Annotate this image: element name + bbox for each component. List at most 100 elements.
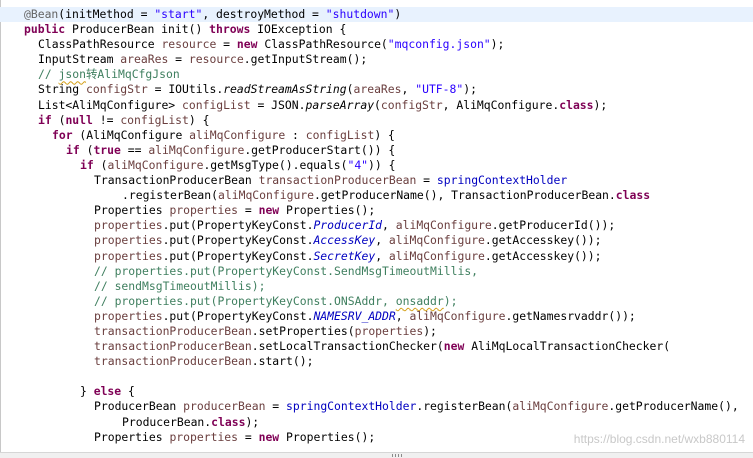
scrollbar-grip[interactable] [392,454,402,457]
code-token: if [38,112,52,127]
code-token: .getProducerStart()) { [244,142,396,157]
code-token: 转AliMqCfgJson [86,67,180,82]
code-line[interactable]: properties.put(PropertyKeyConst.NAMESRV_… [0,309,753,324]
code-token: .getMsgType().equals( [203,157,348,172]
code-token: .getProducerId()); [491,218,616,233]
code-line[interactable]: ClassPathResource resource = new ClassPa… [0,37,753,52]
code-token: .put(PropertyKeyConst. [162,248,314,263]
code-token: aliMqConfigure [388,248,485,263]
code-line[interactable]: @Bean(initMethod = "start", destroyMetho… [0,7,753,23]
code-token: @Bean [24,7,59,21]
code-token: throws [209,22,251,37]
code-token: ); [245,414,260,429]
code-token: ProducerBean. [122,414,212,429]
code-token: new [236,37,258,52]
code-token: .put(PropertyKeyConst. [162,308,314,323]
code-token: ); [423,323,437,338]
code-line[interactable]: Properties properties = new Properties()… [0,203,753,218]
code-line[interactable]: List<AliMqConfigure> configList = JSON.p… [0,98,753,113]
code-token: , [375,233,389,248]
code-line[interactable]: ProducerBean.class); [0,415,753,430]
code-token: .registerBean( [122,188,219,203]
code-line[interactable]: public ProducerBean init() throws IOExce… [0,22,753,37]
code-token: } [80,384,94,399]
code-token: ) [394,7,402,21]
code-editor[interactable]: @Bean(initMethod = "start", destroyMetho… [0,0,753,458]
code-line[interactable]: // properties.put(PropertyKeyConst.ONSAd… [0,294,753,309]
code-line[interactable]: .registerBean(aliMqConfigure.getProducer… [0,188,753,203]
code-token: .getInputStream(); [243,52,368,67]
code-line[interactable]: transactionProducerBean.setLocalTransact… [0,339,753,354]
code-token: = [168,52,189,67]
code-token: producerBean [183,399,266,414]
code-line[interactable]: if (null != configList) { [0,113,753,128]
code-token: Properties(); [279,429,376,444]
code-token: areaRes [353,82,402,97]
code-line[interactable]: TransactionProducerBean transactionProdu… [0,173,753,188]
code-line[interactable]: } else { [0,384,753,399]
code-token: public [24,22,66,37]
horizontal-scrollbar[interactable] [0,452,753,458]
code-token: , AliMqConfigure. [442,97,560,112]
code-token: configStr [380,97,443,112]
code-token: .getNamesrvaddr()); [505,308,636,323]
code-line[interactable]: ProducerBean producerBean = springContex… [0,399,753,414]
code-token: class [615,188,651,203]
code-token: for [52,127,73,142]
code-token: ProducerBean init() [65,22,210,37]
code-token: ProducerId [313,218,383,233]
code-line[interactable]: if (true == aliMqConfigure.getProducerSt… [0,143,753,158]
code-token: .setProperties( [251,323,355,338]
code-line[interactable]: String configStr = IOUtils.readStreamAsS… [0,82,753,97]
code-lines: @Bean(initMethod = "start", destroyMetho… [0,7,753,445]
code-token: class [559,97,594,112]
code-line[interactable]: properties.put(PropertyKeyConst.SecretKe… [0,249,753,264]
code-token: (AliMqConfigure [72,127,190,142]
code-token: properties [94,218,163,233]
code-token: List<AliMqConfigure> [38,97,183,112]
code-token: TransactionProducerBean [94,173,259,188]
code-token: new [443,339,465,354]
code-line[interactable]: // sendMsgTimeoutMillis); [0,279,753,294]
code-token: (initMethod = [58,7,155,21]
code-line[interactable]: for (AliMqConfigure aliMqConfigure : con… [0,128,753,143]
watermark: https://blog.csdn.net/wxb880114 [573,432,745,446]
code-line[interactable]: properties.put(PropertyKeyConst.Producer… [0,218,753,233]
code-token: ClassPathResource( [257,37,388,52]
code-token: parseArray [305,97,375,112]
code-token: ); [443,293,458,308]
code-token: transactionProducerBean [94,339,252,354]
code-line[interactable] [0,369,753,384]
code-line[interactable]: properties.put(PropertyKeyConst.AccessKe… [0,233,753,248]
code-line[interactable]: if (aliMqConfigure.getMsgType().equals("… [0,158,753,173]
code-token: new [258,203,280,218]
code-token: .start(); [251,354,314,369]
code-token: properties [94,308,163,323]
code-token: // properties.put(PropertyKeyConst.SendM… [94,263,479,278]
code-token: ) { [374,127,395,142]
code-token: springContextHolder [286,399,417,414]
code-line[interactable]: // properties.put(PropertyKeyConst.SendM… [0,264,753,279]
code-token: properties [94,248,163,263]
code-token: = IOUtils. [147,82,224,97]
code-token: configList [120,112,189,127]
code-token: , [382,218,396,233]
code-line[interactable]: transactionProducerBean.start(); [0,354,753,369]
code-line[interactable]: // json转AliMqCfgJson [0,67,753,82]
code-token: else [93,384,122,399]
code-token: "start" [154,7,203,21]
code-token: , [395,308,410,323]
code-token: properties [354,323,424,338]
code-token: aliMqConfigure [189,127,286,142]
code-token: .getProducerName(), TransactionProducerB… [314,188,616,203]
code-token: // properties.put(PropertyKeyConst.ONSAd… [94,293,396,308]
code-token: .getAccesskey()); [484,233,602,248]
code-token: SecretKey [313,248,376,263]
code-token: aliMqConfigure [512,399,609,414]
code-token: String [38,82,87,97]
code-token: NAMESRV_ADDR [313,308,396,323]
code-line[interactable]: InputStream areaRes = resource.getInputS… [0,52,753,67]
code-token: .registerBean( [416,399,513,414]
code-token: , [375,248,389,263]
code-line[interactable]: transactionProducerBean.setProperties(pr… [0,324,753,339]
